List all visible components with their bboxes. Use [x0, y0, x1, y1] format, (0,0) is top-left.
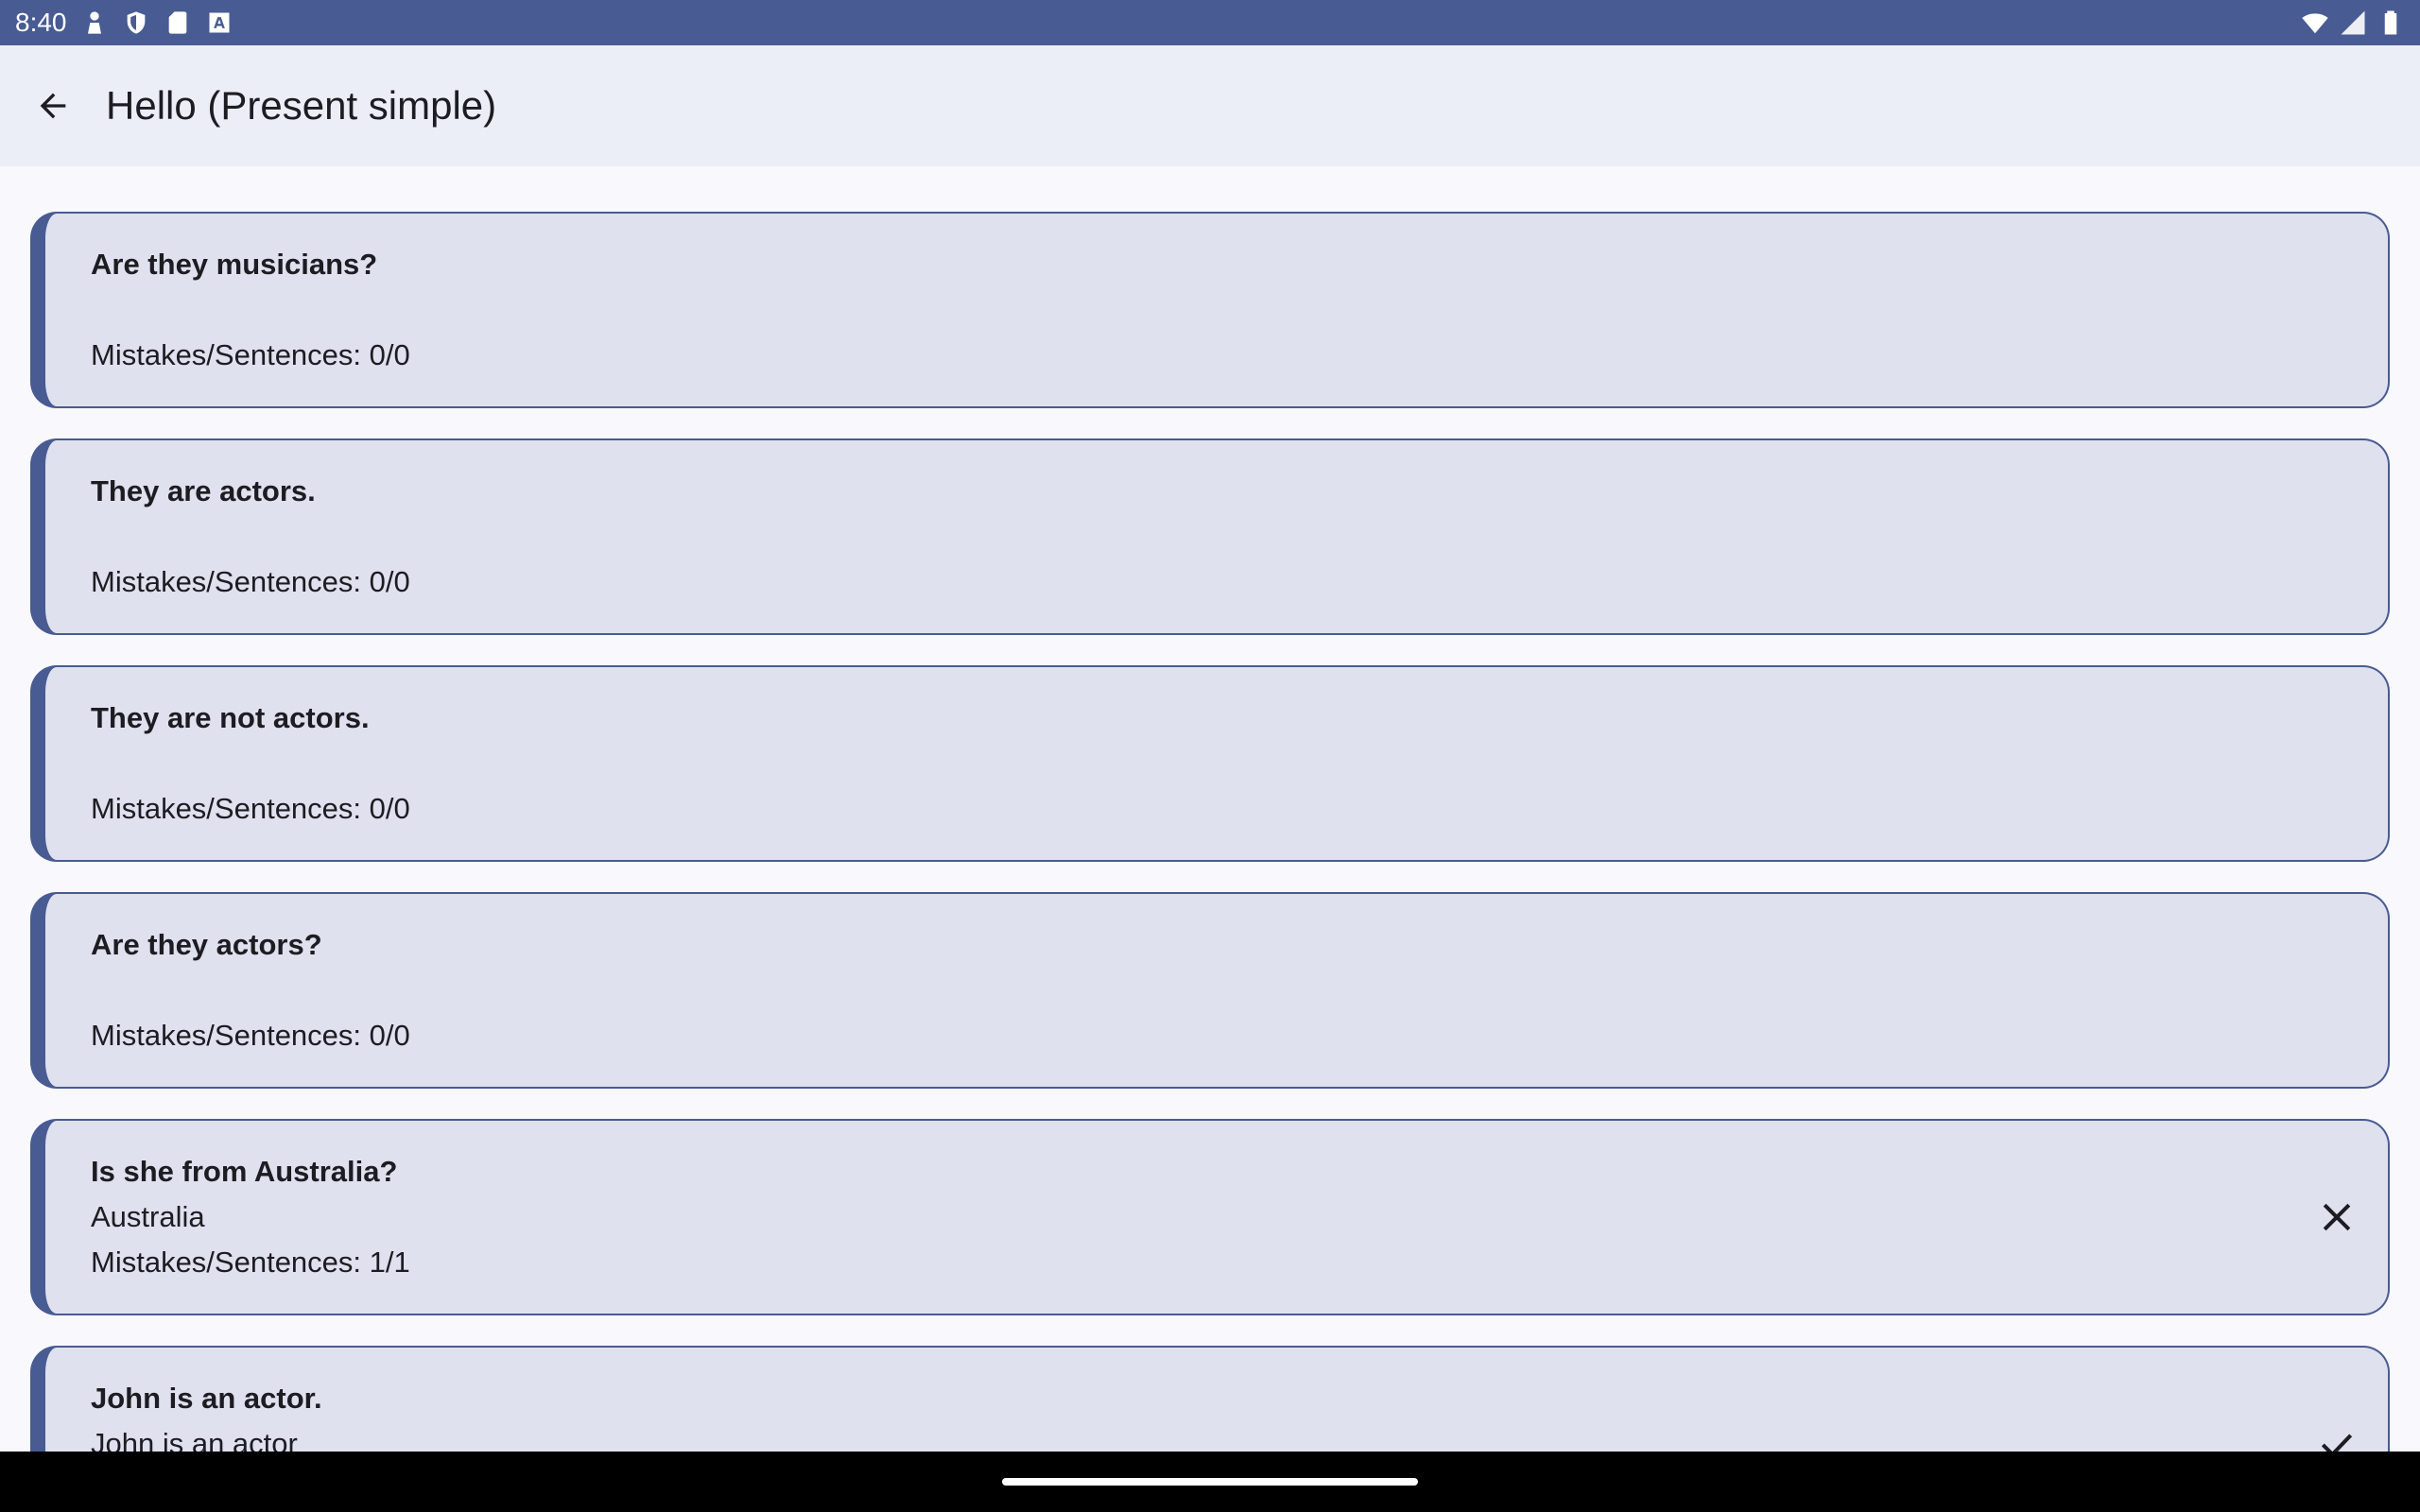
sentence-title: Are they actors? [91, 928, 322, 961]
mistakes-sentences: Mistakes/Sentences: 0/0 [91, 565, 410, 598]
sentence-title: They are actors. [91, 474, 316, 507]
status-bar: 8:40 [0, 0, 2420, 45]
status-time: 8:40 [15, 8, 67, 37]
sentence-title: John is an actor. [91, 1382, 322, 1415]
sentence-title: Are they musicians? [91, 248, 378, 281]
navigation-bar [0, 1452, 2420, 1512]
status-right [2301, 9, 2405, 37]
list-item[interactable]: John is an actor. John is an actor [30, 1346, 2390, 1452]
back-button[interactable] [0, 45, 106, 166]
list-item[interactable]: Are they actors? Mistakes/Sentences: 0/0 [30, 892, 2390, 1089]
mistakes-sentences: Mistakes/Sentences: 0/0 [91, 338, 410, 371]
check-icon [2316, 1423, 2358, 1452]
page-title: Hello (Present simple) [106, 83, 497, 128]
notification-person-icon [80, 9, 109, 37]
sentence-list[interactable]: Are they musicians? Mistakes/Sentences: … [0, 166, 2420, 1452]
app-bar: Hello (Present simple) [0, 45, 2420, 166]
sentence-title: They are not actors. [91, 701, 370, 734]
wifi-icon [2302, 13, 2328, 34]
close-icon [2316, 1196, 2358, 1238]
sd-card-icon [164, 9, 192, 37]
list-item[interactable]: Is she from Australia? Australia Mistake… [30, 1119, 2390, 1315]
arrow-back-icon [40, 93, 66, 119]
list-item[interactable]: They are not actors. Mistakes/Sentences:… [30, 665, 2390, 862]
status-left: 8:40 [15, 8, 233, 38]
cell-signal-icon [2341, 10, 2365, 35]
mistakes-sentences: Mistakes/Sentences: 1/1 [91, 1246, 410, 1279]
list-item[interactable]: Are they musicians? Mistakes/Sentences: … [30, 212, 2390, 408]
mistakes-sentences: Mistakes/Sentences: 0/0 [91, 1019, 410, 1052]
mistakes-sentences: Mistakes/Sentences: 0/0 [91, 792, 410, 825]
home-gesture-handle[interactable] [1002, 1478, 1418, 1486]
user-answer: John is an actor [91, 1427, 298, 1452]
shield-icon [122, 9, 150, 37]
font-a-icon [205, 9, 233, 37]
sentence-title: Is she from Australia? [91, 1155, 398, 1188]
list-item[interactable]: They are actors. Mistakes/Sentences: 0/0 [30, 438, 2390, 635]
user-answer: Australia [91, 1200, 205, 1233]
battery-icon [2384, 10, 2397, 35]
